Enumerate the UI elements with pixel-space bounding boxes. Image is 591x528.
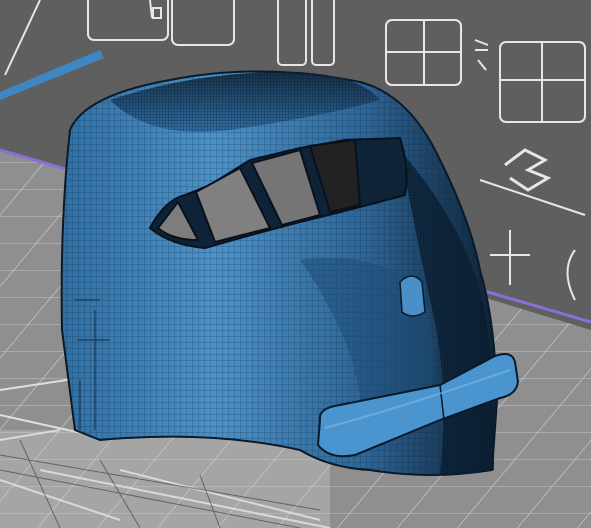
scene-svg (0, 0, 591, 528)
headlight-pod (399, 275, 426, 317)
3d-viewport[interactable] (0, 0, 591, 528)
